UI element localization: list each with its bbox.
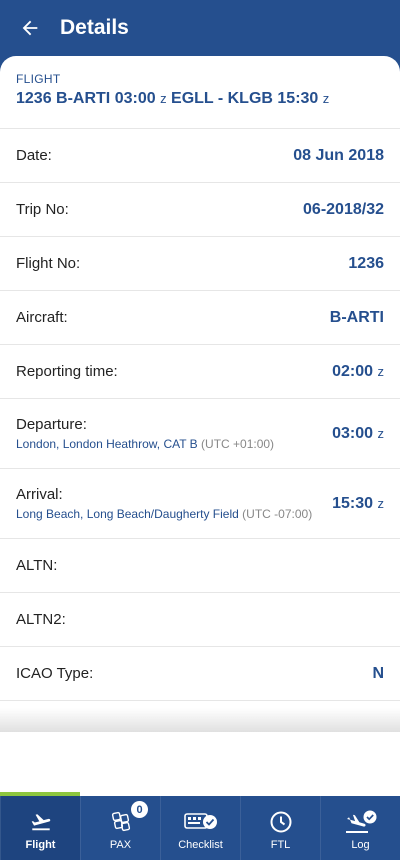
- row-flight-no: Flight No: 1236: [0, 237, 400, 291]
- zulu-suffix: z: [160, 91, 167, 106]
- row-departure: Departure: London, London Heathrow, CAT …: [0, 399, 400, 469]
- arrival-airport: Long Beach, Long Beach/Daugherty Field (…: [16, 507, 312, 521]
- flight-summary: 1236 B-ARTI 03:00 z EGLL - KLGB 15:30 z: [16, 90, 384, 108]
- arrival-time-value: 15:30 z: [332, 495, 384, 513]
- altn2-label: ALTN2:: [16, 611, 66, 628]
- altn-label: ALTN:: [16, 557, 58, 574]
- back-button[interactable]: [16, 14, 44, 42]
- trip-no-value: 06-2018/32: [303, 200, 384, 218]
- tab-label: Log: [351, 839, 370, 851]
- departure-time-value: 03:00 z: [332, 425, 384, 443]
- checklist-icon: [183, 813, 217, 829]
- zulu-suffix: z: [377, 425, 385, 441]
- arrow-left-icon: [22, 20, 38, 36]
- arrival-info: Arrival: Long Beach, Long Beach/Daughert…: [16, 486, 312, 521]
- row-aircraft: Aircraft: B-ARTI: [0, 291, 400, 345]
- app-header: Details: [0, 0, 400, 56]
- tab-checklist[interactable]: Checklist: [160, 796, 240, 860]
- arrival-time: 15:30: [332, 494, 374, 512]
- row-icao-type: ICAO Type: N: [0, 647, 400, 701]
- flight-caption: FLIGHT: [16, 72, 61, 86]
- flight-no-label: Flight No:: [16, 255, 81, 272]
- flight-summary-main: 1236 B-ARTI 03:00: [16, 90, 156, 107]
- tab-ftl[interactable]: FTL: [240, 796, 320, 860]
- arrival-utc-offset: (UTC -07:00): [242, 507, 313, 521]
- row-date: Date: 08 Jun 2018: [0, 129, 400, 183]
- plane-takeoff-icon: [31, 814, 50, 831]
- tab-log[interactable]: Log: [320, 796, 400, 860]
- date-value: 08 Jun 2018: [293, 146, 384, 164]
- tab-label: Flight: [25, 839, 56, 851]
- aircraft-label: Aircraft:: [16, 309, 68, 326]
- flight-no-value: 1236: [348, 254, 384, 272]
- tab-label: PAX: [109, 839, 132, 851]
- flight-summary-route: EGLL - KLGB 15:30: [171, 90, 319, 107]
- plane-landing-check-icon: [345, 810, 376, 833]
- departure-location: London, London Heathrow, CAT B: [16, 437, 198, 451]
- zulu-suffix: z: [377, 495, 385, 511]
- bottom-tab-bar: Flight 0 PAX Checklist FTL Log: [0, 792, 400, 860]
- tab-label: Checklist: [178, 839, 223, 851]
- arrival-label: Arrival:: [16, 486, 63, 503]
- departure-airport: London, London Heathrow, CAT B (UTC +01:…: [16, 437, 274, 451]
- scroll-shadow: [0, 708, 400, 732]
- reporting-time-value: 02:00 z: [332, 363, 384, 381]
- seats-icon: [111, 811, 130, 832]
- reporting-time: 02:00: [332, 362, 374, 380]
- trip-no-label: Trip No:: [16, 201, 69, 218]
- departure-label: Departure:: [16, 416, 87, 433]
- details-card: FLIGHT 1236 B-ARTI 03:00 z EGLL - KLGB 1…: [0, 56, 400, 796]
- row-trip-no: Trip No: 06-2018/32: [0, 183, 400, 237]
- row-arrival: Arrival: Long Beach, Long Beach/Daughert…: [0, 469, 400, 539]
- row-altn2: ALTN2:: [0, 593, 400, 647]
- row-reporting-time: Reporting time: 02:00 z: [0, 345, 400, 399]
- date-label: Date:: [16, 147, 52, 164]
- departure-time: 03:00: [332, 424, 374, 442]
- aircraft-value: B-ARTI: [329, 308, 384, 326]
- zulu-suffix: z: [377, 363, 385, 379]
- reporting-time-label: Reporting time:: [16, 363, 118, 380]
- icao-type-value: N: [372, 664, 384, 682]
- zulu-suffix: z: [322, 91, 330, 106]
- arrival-location: Long Beach, Long Beach/Daugherty Field: [16, 507, 239, 521]
- page-title: Details: [60, 16, 129, 39]
- tab-flight[interactable]: Flight: [0, 796, 80, 860]
- pax-count-badge: 0: [131, 801, 148, 818]
- flight-summary-section: FLIGHT 1236 B-ARTI 03:00 z EGLL - KLGB 1…: [0, 56, 400, 129]
- departure-info: Departure: London, London Heathrow, CAT …: [16, 416, 274, 451]
- departure-utc-offset: (UTC +01:00): [201, 437, 275, 451]
- tab-label: FTL: [270, 839, 291, 851]
- tab-pax[interactable]: 0 PAX: [80, 796, 160, 860]
- row-altn: ALTN:: [0, 539, 400, 593]
- clock-icon: [270, 811, 291, 833]
- icao-type-label: ICAO Type:: [16, 665, 94, 682]
